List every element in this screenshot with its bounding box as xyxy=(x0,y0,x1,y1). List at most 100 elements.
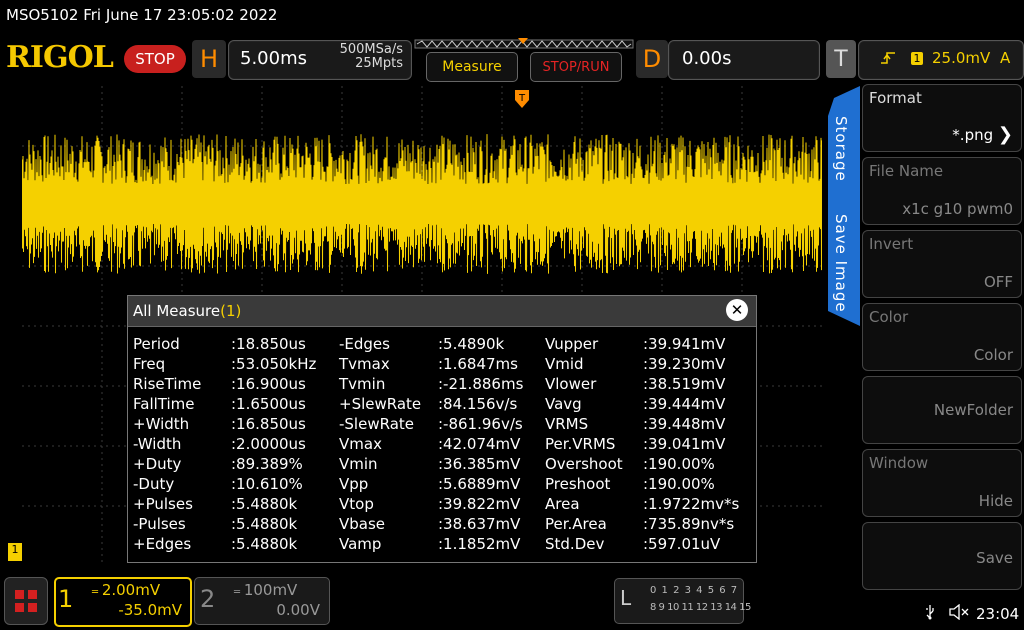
measure-name: FallTime xyxy=(133,395,195,413)
home-menu-icon[interactable] xyxy=(4,577,48,625)
trigger-source-badge: 1 xyxy=(911,52,923,65)
measure-name: Vmid xyxy=(545,355,584,373)
measure-name: -Duty xyxy=(133,475,175,493)
measure-value: :2.0000us xyxy=(231,435,306,453)
measure-button[interactable]: Measure xyxy=(426,52,518,82)
menu-invert-value: OFF xyxy=(983,273,1013,291)
measure-value: :1.6847ms xyxy=(438,355,518,373)
measure-name: +Pulses xyxy=(133,495,193,513)
trigger-mode: A xyxy=(1000,49,1011,67)
ch1-label: 1 xyxy=(58,585,74,613)
measure-value: :36.385mV xyxy=(438,455,521,473)
measure-value: :1.1852mV xyxy=(438,535,521,553)
measure-value: :10.610% xyxy=(231,475,303,493)
measure-name: Period xyxy=(133,335,180,353)
delay-menu-button[interactable]: D xyxy=(636,40,668,78)
timebase-value: 5.00ms xyxy=(240,48,307,69)
svg-text:T: T xyxy=(518,93,526,104)
ch1-offset: -35.0mV xyxy=(118,601,182,619)
menu-color-value: Color xyxy=(973,346,1013,364)
menu-save[interactable]: Save xyxy=(862,522,1022,590)
menu-new-folder[interactable]: NewFolder xyxy=(862,376,1022,444)
measure-value: :5.4880k xyxy=(231,495,298,513)
menu-window-label: Window xyxy=(869,454,929,472)
menu-format-value: *.png ❯ xyxy=(952,124,1013,145)
measure-value: :42.074mV xyxy=(438,435,521,453)
ch1-offset-marker[interactable]: 1 xyxy=(8,543,22,561)
measure-value: :38.519mV xyxy=(643,375,726,393)
ch2-label: 2 xyxy=(200,585,216,613)
measure-value: :5.4880k xyxy=(231,535,298,553)
measure-name: Vmax xyxy=(339,435,382,453)
measure-value: :597.01uV xyxy=(643,535,721,553)
menu-color[interactable]: Color Color xyxy=(862,303,1022,371)
usb-icon xyxy=(924,604,936,624)
measure-name: +Duty xyxy=(133,455,182,473)
acquisition-info: 500MSa/s 25Mpts xyxy=(323,43,403,71)
trigger-menu-button[interactable]: T xyxy=(826,40,856,78)
memory-depth: 25Mpts xyxy=(355,56,403,71)
stop-run-button[interactable]: STOP/RUN xyxy=(530,52,622,82)
measure-name: Std.Dev xyxy=(545,535,605,553)
menu-file-name[interactable]: File Name x1c g10 pwm0 xyxy=(862,157,1022,225)
ch1-trace xyxy=(22,134,822,274)
measure-source-count: (1) xyxy=(220,302,242,320)
measure-value: :5.4890k xyxy=(438,335,505,353)
measure-name: +SlewRate xyxy=(339,395,422,413)
measure-name: Tvmin xyxy=(339,375,386,393)
horizontal-menu-button[interactable]: H xyxy=(192,40,226,78)
close-icon[interactable]: ✕ xyxy=(726,299,748,321)
la-label: L xyxy=(620,586,632,610)
menu-invert[interactable]: Invert OFF xyxy=(862,230,1022,298)
tab-save-image[interactable]: Save Image xyxy=(832,214,850,313)
mute-icon[interactable] xyxy=(948,603,970,624)
measure-name: Overshoot xyxy=(545,455,623,473)
measure-value: :39.448mV xyxy=(643,415,726,433)
measure-value: :190.00% xyxy=(643,455,715,473)
measure-name: Vamp xyxy=(339,535,382,553)
measure-value: :38.637mV xyxy=(438,515,521,533)
trigger-level: 25.0mV xyxy=(932,49,991,67)
menu-file-name-label: File Name xyxy=(869,162,944,180)
menu-invert-label: Invert xyxy=(869,235,914,253)
dc-coupling-icon: ═ xyxy=(92,587,98,598)
measure-name: Per.Area xyxy=(545,515,607,533)
ch2-offset: 0.00V xyxy=(276,601,320,619)
chevron-right-icon: ❯ xyxy=(997,124,1013,145)
sample-rate: 500MSa/s xyxy=(339,42,403,57)
trigger-position-marker[interactable]: T xyxy=(515,90,529,108)
measure-value: :39.822mV xyxy=(438,495,521,513)
measure-name: VRMS xyxy=(545,415,589,433)
measure-value: :5.4880k xyxy=(231,515,298,533)
measure-value: :-861.96v/s xyxy=(438,415,523,433)
menu-format-label: Format xyxy=(869,89,922,107)
measure-name: -SlewRate xyxy=(339,415,414,433)
measure-value: :39.230mV xyxy=(643,355,726,373)
tab-storage[interactable]: Storage xyxy=(832,116,850,182)
memory-position-strip xyxy=(414,38,634,49)
run-state-indicator[interactable]: STOP xyxy=(124,45,186,73)
measure-value: :39.444mV xyxy=(643,395,726,413)
menu-format[interactable]: Format *.png ❯ xyxy=(862,84,1022,152)
measure-name: Vmin xyxy=(339,455,378,473)
dc-coupling-icon: ═ xyxy=(234,587,240,598)
measure-value: :89.389% xyxy=(231,455,303,473)
measure-value: :-21.886ms xyxy=(438,375,524,393)
all-measure-panel: All Measure(1) ✕ Period:18.850us Freq:53.… xyxy=(127,295,757,563)
measure-name: Area xyxy=(545,495,580,513)
measure-name: +Edges xyxy=(133,535,192,553)
measure-panel-header: All Measure(1) ✕ xyxy=(128,296,756,327)
measure-name: Vbase xyxy=(339,515,386,533)
measure-value: :53.050kHz xyxy=(231,355,317,373)
menu-color-label: Color xyxy=(869,308,909,326)
menu-window[interactable]: Window Hide xyxy=(862,449,1022,517)
device-title: MSO5102 Fri June 17 23:05:02 2022 xyxy=(6,6,278,24)
measure-value: :16.850us xyxy=(231,415,306,433)
rigol-logo: RIGOL xyxy=(6,40,114,75)
la-channels-low: 0 1 2 3 4 5 6 7 xyxy=(650,585,739,596)
measure-value: :5.6889mV xyxy=(438,475,521,493)
rising-edge-icon xyxy=(880,50,896,70)
measure-value: :1.6500us xyxy=(231,395,306,413)
measure-name: Vupper xyxy=(545,335,599,353)
system-clock: 23:04 xyxy=(976,605,1020,623)
